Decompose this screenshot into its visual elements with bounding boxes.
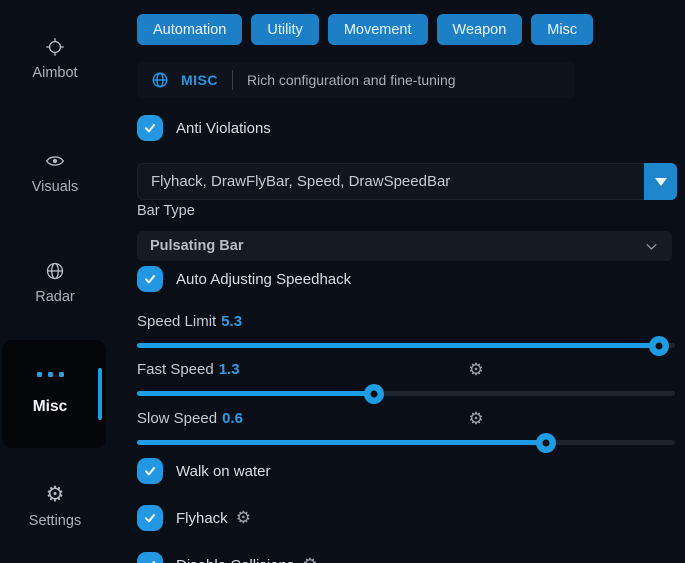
sidebar-item-label: Misc bbox=[2, 398, 98, 416]
sidebar-item-visuals[interactable]: Visuals bbox=[0, 150, 110, 195]
chevron-down-icon bbox=[644, 239, 659, 254]
bar-type-label: Bar Type bbox=[137, 203, 195, 219]
checkbox-label: Auto Adjusting Speedhack bbox=[176, 271, 351, 288]
slider-fill bbox=[137, 343, 659, 348]
anti-violations-row: Anti Violations bbox=[137, 115, 271, 141]
tab-utility[interactable]: Utility bbox=[251, 14, 318, 45]
caret-down-icon bbox=[655, 178, 667, 186]
eye-icon bbox=[44, 150, 66, 172]
anti-violations-checkbox[interactable] bbox=[137, 115, 163, 141]
gear-icon[interactable]: ⚙ bbox=[467, 410, 485, 428]
tab-misc[interactable]: Misc bbox=[531, 14, 593, 45]
walk-on-water-checkbox[interactable] bbox=[137, 458, 163, 484]
sidebar-item-aimbot[interactable]: Aimbot bbox=[0, 36, 110, 81]
dropdown-open-button[interactable] bbox=[644, 163, 677, 200]
slider-fill bbox=[137, 391, 374, 396]
category-tabs: Automation Utility Movement Weapon Misc bbox=[137, 14, 593, 45]
sidebar-item-radar[interactable]: Radar bbox=[0, 260, 110, 305]
slider-handle[interactable] bbox=[536, 433, 556, 453]
slow-speed-label: Slow Speed0.6 bbox=[137, 410, 243, 427]
gear-icon: ⚙ bbox=[44, 484, 66, 506]
checkbox-label: Disable Collisions ⚙ bbox=[176, 555, 318, 563]
bar-type-select[interactable]: Pulsating Bar bbox=[137, 231, 672, 261]
speed-limit-slider[interactable] bbox=[137, 343, 675, 348]
flyhack-checkbox[interactable] bbox=[137, 505, 163, 531]
gear-icon[interactable]: ⚙ bbox=[467, 361, 485, 379]
sidebar-item-label: Visuals bbox=[32, 179, 78, 195]
checkbox-label: Flyhack ⚙ bbox=[176, 508, 251, 528]
section-title: MISC bbox=[181, 72, 218, 88]
sidebar-item-settings[interactable]: ⚙ Settings bbox=[0, 484, 110, 529]
sidebar: Aimbot Visuals Radar Misc ⚙ Settings bbox=[0, 0, 118, 563]
auto-adjusting-checkbox[interactable] bbox=[137, 266, 163, 292]
slider-handle[interactable] bbox=[364, 384, 384, 404]
crosshair-icon bbox=[44, 36, 66, 58]
sidebar-item-label: Aimbot bbox=[32, 65, 77, 81]
slider-fill bbox=[137, 440, 546, 445]
gear-icon[interactable]: ⚙ bbox=[236, 508, 251, 528]
cheat-menu-window: Aimbot Visuals Radar Misc ⚙ Settings Au bbox=[0, 0, 685, 563]
slow-speed-slider[interactable] bbox=[137, 440, 675, 445]
active-indicator bbox=[98, 368, 102, 420]
bar-multiselect-field[interactable]: Flyhack, DrawFlyBar, Speed, DrawSpeedBar bbox=[137, 163, 677, 200]
flyhack-row: Flyhack ⚙ bbox=[137, 505, 251, 531]
bar-multiselect-value: Flyhack, DrawFlyBar, Speed, DrawSpeedBar bbox=[138, 173, 645, 190]
section-header: MISC Rich configuration and fine-tuning bbox=[137, 62, 575, 98]
walk-on-water-row: Walk on water bbox=[137, 458, 270, 484]
sidebar-item-misc[interactable]: Misc bbox=[2, 340, 106, 448]
bar-type-value: Pulsating Bar bbox=[150, 238, 243, 254]
disable-collisions-checkbox[interactable] bbox=[137, 552, 163, 563]
speed-limit-value: 5.3 bbox=[221, 313, 242, 330]
checkbox-label: Anti Violations bbox=[176, 120, 271, 137]
disable-collisions-row: Disable Collisions ⚙ bbox=[137, 552, 318, 563]
slider-handle[interactable] bbox=[649, 336, 669, 356]
sidebar-item-label: Settings bbox=[29, 513, 81, 529]
fast-speed-value: 1.3 bbox=[219, 361, 240, 378]
section-subtitle: Rich configuration and fine-tuning bbox=[247, 72, 456, 88]
auto-adjusting-row: Auto Adjusting Speedhack bbox=[137, 266, 351, 292]
slow-speed-value: 0.6 bbox=[222, 410, 243, 427]
sidebar-item-label: Radar bbox=[35, 289, 75, 305]
tab-automation[interactable]: Automation bbox=[137, 14, 242, 45]
gear-icon[interactable]: ⚙ bbox=[302, 555, 317, 563]
tab-weapon[interactable]: Weapon bbox=[437, 14, 523, 45]
tab-movement[interactable]: Movement bbox=[328, 14, 428, 45]
fast-speed-label: Fast Speed1.3 bbox=[137, 361, 240, 378]
globe-icon bbox=[44, 260, 66, 282]
fast-speed-slider[interactable] bbox=[137, 391, 675, 396]
checkbox-label: Walk on water bbox=[176, 463, 270, 480]
globe-icon bbox=[151, 71, 169, 89]
divider bbox=[232, 70, 233, 90]
ellipsis-icon bbox=[2, 372, 98, 377]
main-panel: Automation Utility Movement Weapon Misc … bbox=[137, 0, 685, 563]
speed-limit-label: Speed Limit5.3 bbox=[137, 313, 242, 330]
